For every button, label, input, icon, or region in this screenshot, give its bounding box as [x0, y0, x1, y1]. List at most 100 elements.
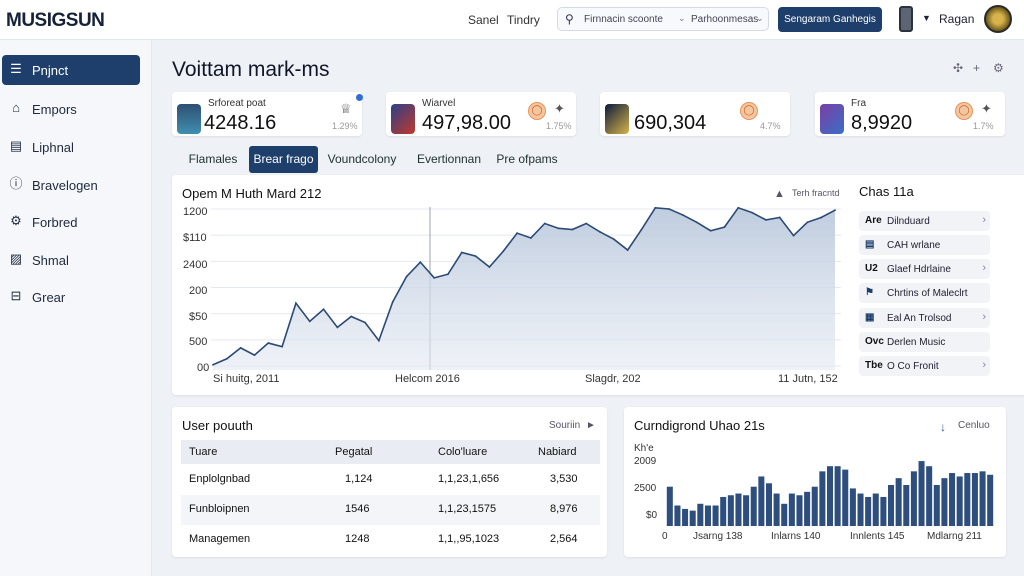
column-header[interactable]: Tuare	[189, 446, 217, 458]
table-cell: 8,976	[550, 503, 578, 515]
chart-title: Opem M Huth Mard 212	[182, 186, 322, 201]
tab-3[interactable]: Voundcolony	[323, 146, 401, 173]
bar	[765, 483, 772, 526]
right-panel-item[interactable]: Ovc Derlen Music	[859, 332, 990, 352]
right-panel-title: Chas 11a	[859, 184, 914, 199]
data-point	[778, 216, 781, 219]
right-panel-item[interactable]: ▤ CAH wrlane	[859, 235, 990, 255]
x-tick: Inlarns 140	[771, 531, 821, 542]
sidebar-item-bravelogen[interactable]: ⓘ Bravelogen	[2, 170, 140, 200]
bar-chart-action[interactable]: Cenluo	[958, 420, 990, 431]
nav-link-2[interactable]: Tindry	[507, 13, 540, 27]
kpi-value: 8,9920	[851, 112, 913, 134]
right-panel-item[interactable]: ⚑ Chrtins of Maleclrt	[859, 283, 990, 303]
item-label: Dilnduard	[887, 216, 930, 227]
y-tick: $110	[183, 232, 207, 244]
right-panel-item[interactable]: Tbe O Co Fronit ›	[859, 356, 990, 376]
column-header[interactable]: Colo'luare	[438, 446, 487, 458]
chevron-down-icon[interactable]: ⌄	[678, 13, 686, 24]
kpi-card-3[interactable]: 690,304 ◯ 4.7%	[600, 92, 790, 136]
right-panel-item[interactable]: U2 Glaef Hdrlaine ›	[859, 259, 990, 279]
table-action[interactable]: Souriin	[549, 420, 580, 431]
kpi-image	[820, 104, 844, 134]
nav-link-1[interactable]: Sanel	[468, 13, 499, 27]
trophy-icon: ♕	[340, 101, 352, 116]
sidebar-item-grear[interactable]: ⊟ Grear	[2, 282, 140, 312]
bar	[849, 488, 856, 526]
item-label: Chrtins of Maleclrt	[887, 288, 968, 299]
data-point	[281, 345, 284, 348]
trend-icon[interactable]: ▲	[774, 188, 785, 200]
right-panel-item[interactable]: ▦ Eal An Trolsod ›	[859, 308, 990, 328]
x-tick: Slagdr, 202	[585, 373, 641, 385]
sort-icon[interactable]: ►	[586, 420, 596, 431]
tab-4[interactable]: Evertionnan	[409, 146, 489, 173]
settings-icon[interactable]: ⚙	[993, 61, 1004, 75]
sidebar: ☰ Pnjnct ⌂ Empors ▤ Liphnal ⓘ Bravelogen…	[0, 40, 152, 576]
kpi-card-1[interactable]: Srforeat poat 4248.16 ♕ 1.29%	[172, 92, 363, 136]
data-point	[474, 255, 477, 257]
data-point	[654, 206, 657, 209]
chevron-right-icon: ›	[982, 311, 986, 323]
data-point	[295, 302, 297, 305]
caret-down-icon[interactable]: ▼	[922, 13, 931, 23]
chart-tool-label[interactable]: Terh fracntd	[792, 188, 840, 198]
coin-icon: ◯	[740, 102, 758, 120]
bar-chart[interactable]	[666, 444, 994, 526]
data-point	[308, 320, 311, 323]
kpi-card-4[interactable]: Fra 8,9920 ◯ ✦ 1.7%	[815, 92, 1005, 136]
data-point	[502, 250, 505, 253]
move-icon[interactable]: ✣	[953, 61, 963, 75]
data-point	[834, 209, 836, 212]
table-row[interactable]: Enplolgnbad 1,124 1,1,23,1,656 3,530	[181, 465, 600, 495]
column-header[interactable]: Pegatal	[335, 446, 372, 458]
data-point	[391, 301, 394, 303]
top-bar: MUSIGSUN Sanel Tindry ⚲ Firnnacin scoont…	[0, 0, 1024, 40]
kpi-image	[391, 104, 415, 134]
bar	[933, 485, 940, 526]
bar	[842, 469, 849, 526]
device-icon[interactable]	[899, 6, 913, 32]
app-logo[interactable]: MUSIGSUN	[6, 10, 105, 32]
y-tick: 2400	[183, 259, 208, 271]
avatar[interactable]	[984, 5, 1012, 33]
sidebar-item-project[interactable]: ☰ Pnjnct	[2, 55, 140, 85]
kpi-label: Wiarvel	[422, 98, 456, 109]
kpi-card-2[interactable]: Wiarvel 497,98.00 ◯ ✦ 1.75%	[386, 92, 576, 136]
data-point	[695, 221, 698, 224]
download-icon[interactable]: ↓	[940, 420, 946, 434]
sidebar-item-empors[interactable]: ⌂ Empors	[2, 94, 140, 124]
bar	[941, 478, 948, 526]
sidebar-item-liphnal[interactable]: ▤ Liphnal	[2, 132, 140, 162]
data-point	[806, 221, 809, 224]
column-header[interactable]: Nabiard	[538, 446, 577, 458]
sidebar-item-forbred[interactable]: ⚙ Forbred	[2, 207, 140, 237]
y-tick: $0	[646, 510, 658, 521]
table-cell: 1,1,,95,1023	[438, 533, 500, 545]
search-input[interactable]: ⚲ Firnnacin scoonte ⌄ Parhoonmesas ⌄	[557, 7, 769, 31]
tab-1[interactable]: Flamales	[181, 146, 245, 173]
box-icon: ⊟	[10, 288, 22, 303]
bar	[674, 505, 681, 526]
add-icon[interactable]: +	[973, 61, 980, 75]
kpi-value: 690,304	[634, 112, 707, 134]
primary-action-button[interactable]: Sengaram Ganhegis	[778, 7, 882, 32]
main-area-chart[interactable]	[211, 205, 841, 370]
y-tick: 200	[189, 285, 208, 297]
table-row[interactable]: Funbloipnen 1546 1,1,23,1575 8,976	[181, 495, 600, 525]
user-name[interactable]: Ragan	[939, 12, 974, 26]
item-label: O Co Fronit	[887, 361, 939, 372]
right-panel-item[interactable]: Are Dilnduard ›	[859, 211, 990, 231]
table-row[interactable]: Managemen 1248 1,1,,95,1023 2,564	[181, 525, 600, 555]
bar	[910, 471, 917, 526]
sidebar-item-shmal[interactable]: ▨ Shmal	[2, 245, 140, 275]
data-point	[530, 237, 532, 239]
bar	[971, 473, 978, 526]
tab-5[interactable]: Pre ofpams	[493, 146, 561, 173]
calendar-icon: ▦	[865, 312, 875, 323]
kpi-label: Fra	[851, 98, 866, 109]
data-point	[682, 214, 684, 216]
tab-2[interactable]: Brear frago	[249, 146, 318, 173]
chevron-down-icon[interactable]: ⌄	[756, 13, 764, 24]
sidebar-item-label: Forbred	[32, 215, 78, 230]
